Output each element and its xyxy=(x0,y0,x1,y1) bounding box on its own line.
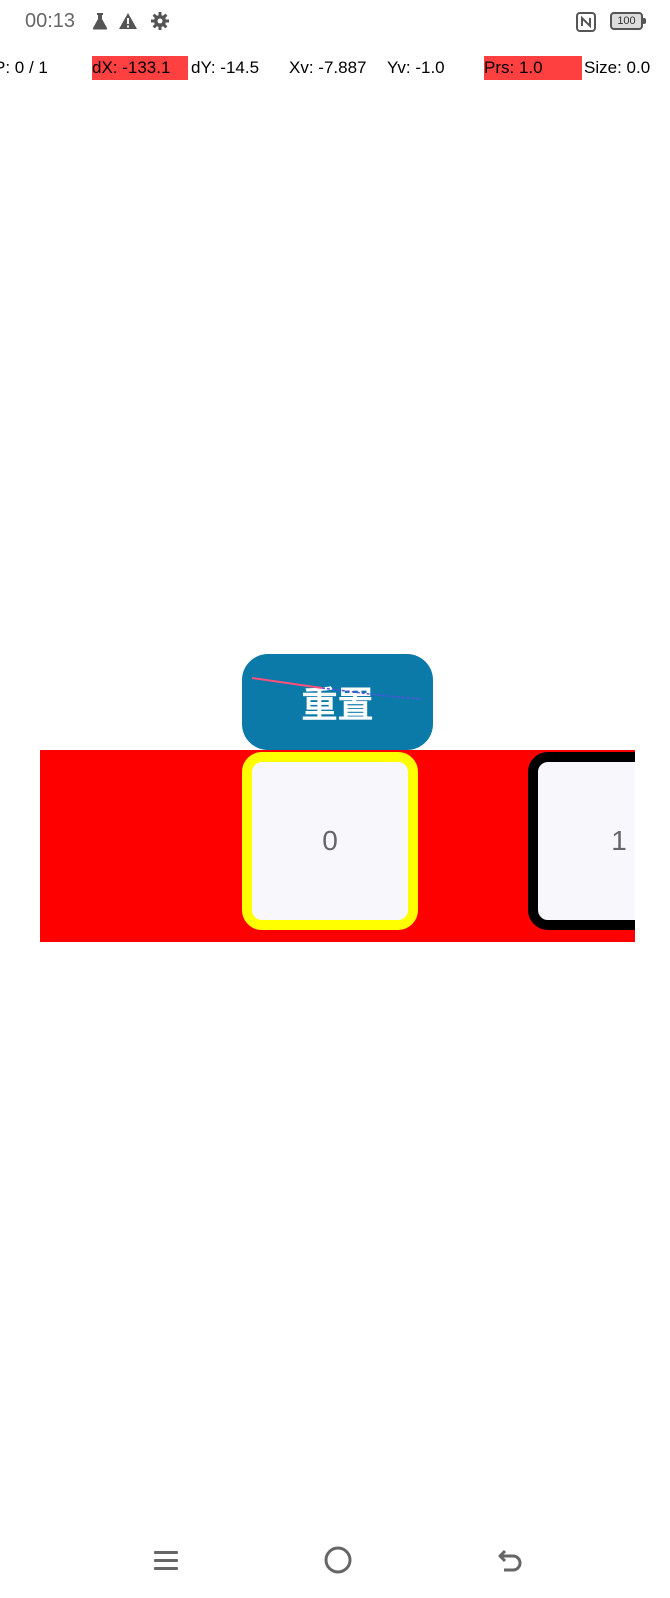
x-velocity: Xv: -7.887 xyxy=(289,58,367,77)
reset-button-label: 重置 xyxy=(301,685,374,726)
nfc-icon xyxy=(576,12,596,36)
home-button[interactable] xyxy=(318,1540,358,1580)
reset-button[interactable]: 重置 xyxy=(242,654,433,750)
flask-icon xyxy=(90,11,110,31)
card-strip[interactable]: 0 1 xyxy=(40,750,635,942)
card-0-label: 0 xyxy=(322,825,338,856)
y-velocity: Yv: -1.0 xyxy=(387,58,445,77)
battery-icon: 100 xyxy=(610,12,646,30)
menu-icon xyxy=(154,1551,178,1570)
card-1[interactable]: 1 xyxy=(528,752,635,930)
pointer-location-bar: P: 0 / 1 dX: -133.1 dY: -14.5 Xv: -7.887… xyxy=(0,56,670,80)
navigation-bar xyxy=(0,1540,670,1598)
home-icon xyxy=(324,1546,352,1574)
delta-x: dX: -133.1 xyxy=(92,56,188,80)
card-1-label: 1 xyxy=(611,825,627,856)
status-bar: 00:13 100 xyxy=(0,0,670,46)
back-button[interactable] xyxy=(490,1540,530,1580)
warning-icon xyxy=(118,11,138,31)
size: Size: 0.0 xyxy=(584,58,651,77)
status-time: 00:13 xyxy=(25,10,76,32)
pressure: Prs: 1.0 xyxy=(484,56,582,80)
delta-y: dY: -14.5 xyxy=(191,58,260,77)
menu-button[interactable] xyxy=(146,1540,186,1580)
back-icon xyxy=(498,1549,522,1572)
gear-icon xyxy=(150,11,170,31)
pointer-count: P: 0 / 1 xyxy=(0,58,48,77)
card-0-selected[interactable]: 0 xyxy=(242,752,418,930)
